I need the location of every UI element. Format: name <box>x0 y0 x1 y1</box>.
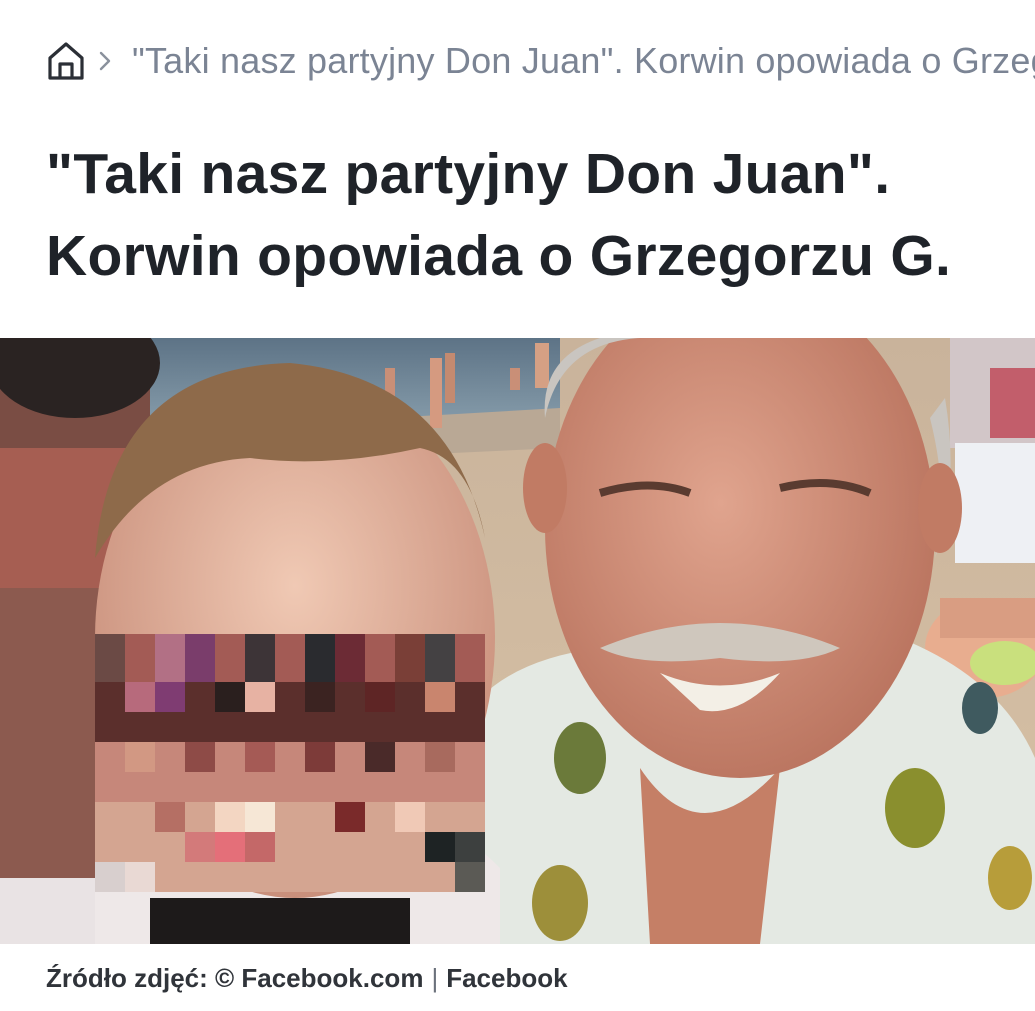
article-title-line-2: Korwin opowiada o Grzegorzu G. <box>46 224 952 288</box>
article-photo <box>0 338 1035 944</box>
pixelated-face-mosaic <box>95 634 485 892</box>
photo-credit-source: Facebook <box>446 963 568 993</box>
breadcrumb-current-article[interactable]: "Taki nasz partyjny Don Juan". Korwin op… <box>132 37 1035 85</box>
article-title-line-1: "Taki nasz partyjny Don Juan". <box>46 142 891 206</box>
beach-selfie-image <box>0 338 1035 944</box>
home-link[interactable] <box>46 38 86 84</box>
breadcrumb: "Taki nasz partyjny Don Juan". Korwin op… <box>46 36 1035 86</box>
photo-credit-prefix: Źródło zdjęć: © Facebook.com <box>46 963 424 993</box>
chevron-right-icon <box>98 50 112 72</box>
article-title: "Taki nasz partyjny Don Juan". Korwin op… <box>46 133 1006 297</box>
home-icon <box>48 42 84 80</box>
photo-credit: Źródło zdjęć: © Facebook.com | Facebook <box>46 958 568 998</box>
photo-credit-separator: | <box>431 963 439 993</box>
